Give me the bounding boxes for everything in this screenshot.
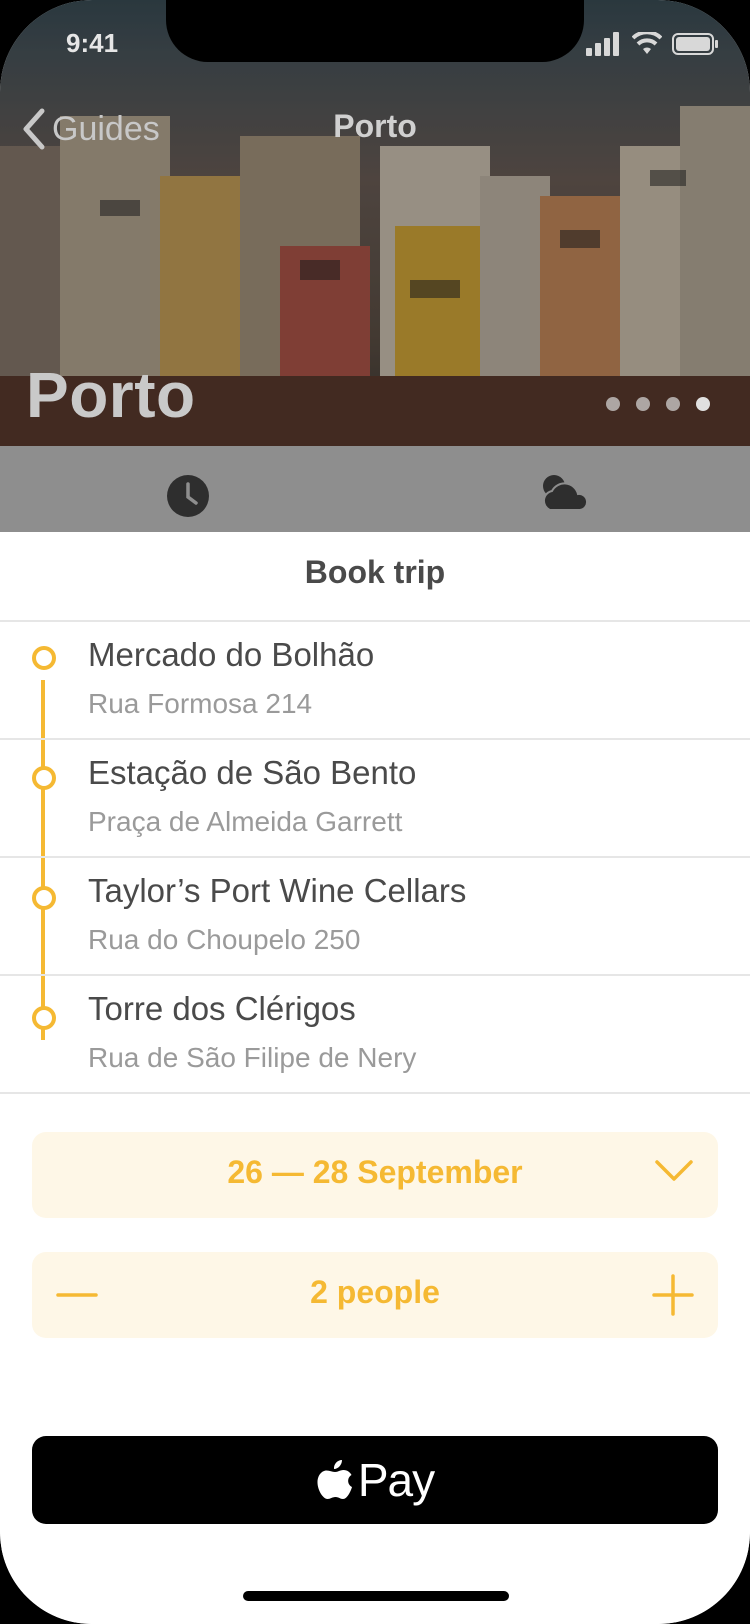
navigation-bar: Guides Porto — [0, 96, 750, 162]
stop-name: Taylor’s Port Wine Cellars — [88, 872, 467, 909]
plus-icon[interactable] — [650, 1272, 696, 1318]
book-trip-sheet: Book trip Mercado do Bolhão Rua Formosa … — [0, 532, 750, 1624]
battery-icon — [672, 33, 718, 55]
hero-title: Porto — [26, 359, 196, 431]
stop-address: Praça de Almeida Garrett — [88, 806, 403, 837]
device-notch — [166, 0, 584, 62]
page-dot[interactable] — [666, 397, 680, 411]
apple-logo-icon — [317, 1460, 352, 1499]
page-dot[interactable] — [606, 397, 620, 411]
date-range-label: 26 — 28 September — [227, 1154, 523, 1190]
weather-cloud-icon — [542, 475, 588, 511]
stop-list: Mercado do Bolhão Rua Formosa 214 Estaçã… — [0, 622, 750, 1094]
phone-screen: 9:41 Guides Porto Porto Book trip Mercad… — [0, 0, 750, 1624]
apple-pay-label: Pay — [357, 1454, 435, 1506]
nav-title: Porto — [333, 108, 417, 144]
stop-name: Torre dos Clérigos — [88, 990, 356, 1027]
home-indicator[interactable] — [243, 1591, 509, 1601]
status-bar: 9:41 — [0, 0, 750, 88]
page-dot-active[interactable] — [696, 397, 710, 411]
clock-icon — [167, 475, 209, 517]
people-stepper[interactable]: 2 people — [32, 1252, 718, 1338]
apple-pay-button[interactable]: Pay — [32, 1436, 718, 1524]
list-item[interactable]: Taylor’s Port Wine Cellars Rua do Choupe… — [0, 858, 750, 976]
info-strip — [0, 446, 750, 532]
page-dot[interactable] — [636, 397, 650, 411]
list-item[interactable]: Estação de São Bento Praça de Almeida Ga… — [0, 740, 750, 858]
stop-address: Rua de São Filipe de Nery — [88, 1042, 417, 1073]
stop-address: Rua Formosa 214 — [88, 688, 313, 719]
wifi-icon — [632, 32, 662, 54]
date-range-selector[interactable]: 26 — 28 September — [32, 1132, 718, 1218]
stop-address: Rua do Choupelo 250 — [88, 924, 361, 955]
status-time: 9:41 — [66, 28, 119, 58]
cellular-signal-icon — [586, 32, 619, 56]
stop-name: Estação de São Bento — [88, 754, 417, 791]
stop-name: Mercado do Bolhão — [88, 636, 375, 673]
page-indicator[interactable] — [606, 397, 710, 411]
list-item[interactable]: Torre dos Clérigos Rua de São Filipe de … — [0, 976, 750, 1094]
chevron-down-icon — [655, 1160, 693, 1181]
list-item[interactable]: Mercado do Bolhão Rua Formosa 214 — [0, 622, 750, 740]
people-count-label: 2 people — [310, 1274, 440, 1310]
status-icons — [586, 30, 720, 58]
sheet-title: Book trip — [304, 554, 446, 590]
